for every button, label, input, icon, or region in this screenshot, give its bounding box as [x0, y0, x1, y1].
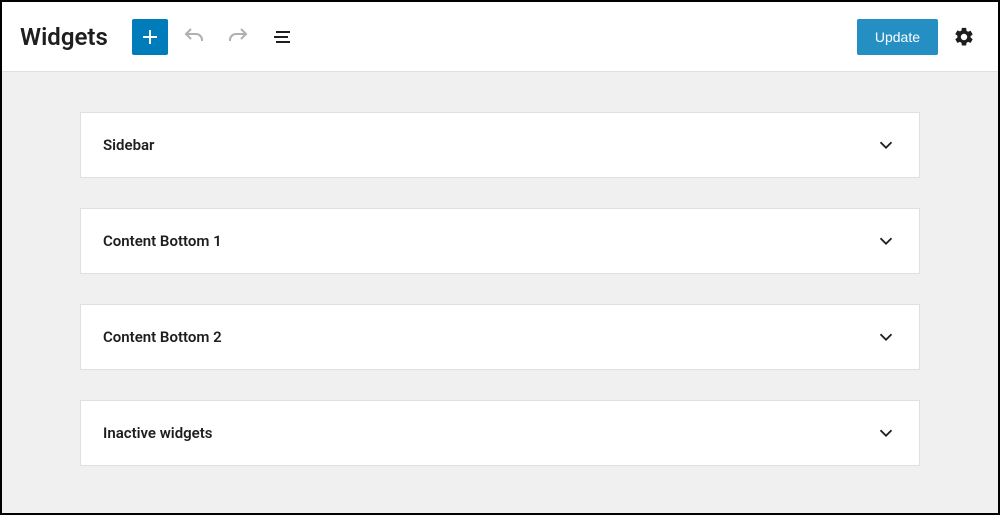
- settings-button[interactable]: [946, 19, 982, 55]
- chevron-down-icon: [875, 230, 897, 252]
- redo-button[interactable]: [220, 19, 256, 55]
- redo-icon: [226, 25, 250, 49]
- widget-area-inactive[interactable]: Inactive widgets: [80, 400, 920, 466]
- page-title: Widgets: [20, 23, 108, 51]
- plus-icon: [138, 25, 162, 49]
- widget-area-title: Inactive widgets: [103, 424, 213, 442]
- toolbar: Widgets: [2, 2, 998, 72]
- undo-icon: [182, 25, 206, 49]
- widget-area-title: Content Bottom 2: [103, 328, 222, 346]
- list-view-icon: [270, 25, 294, 49]
- app-frame: Widgets: [0, 0, 1000, 515]
- chevron-down-icon: [875, 422, 897, 444]
- widget-area-content-bottom-1[interactable]: Content Bottom 1: [80, 208, 920, 274]
- add-block-button[interactable]: [132, 19, 168, 55]
- widget-area-title: Sidebar: [103, 136, 154, 154]
- widget-area-sidebar[interactable]: Sidebar: [80, 112, 920, 178]
- chevron-down-icon: [875, 326, 897, 348]
- list-view-button[interactable]: [264, 19, 300, 55]
- widget-area-title: Content Bottom 1: [103, 232, 222, 250]
- chevron-down-icon: [875, 134, 897, 156]
- gear-icon: [953, 26, 975, 48]
- undo-button[interactable]: [176, 19, 212, 55]
- widget-area-content-bottom-2[interactable]: Content Bottom 2: [80, 304, 920, 370]
- widget-areas-content: Sidebar Content Bottom 1 Content Bottom …: [2, 72, 998, 513]
- update-button[interactable]: Update: [857, 19, 938, 55]
